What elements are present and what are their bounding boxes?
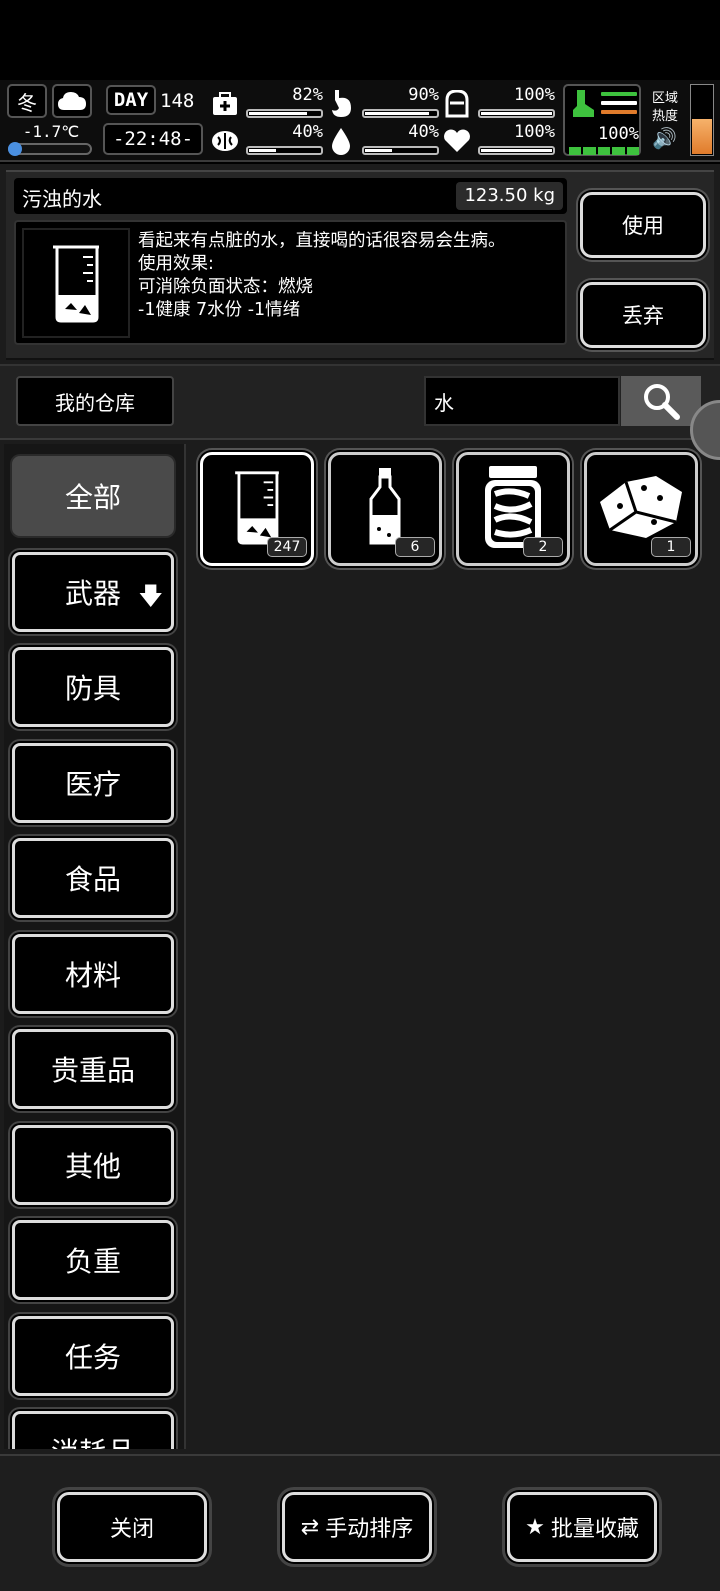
stat-bar-fill xyxy=(249,149,277,152)
category-tab[interactable]: 消耗品 xyxy=(12,1411,174,1449)
item-slot[interactable]: 6 xyxy=(328,452,442,566)
stat-mood: 100% xyxy=(442,122,557,162)
stamina-percent: 100% xyxy=(598,124,639,144)
warehouse-tab[interactable]: 我的仓库 xyxy=(16,376,174,426)
stat-bar-fill xyxy=(481,149,552,152)
arrow-down-icon: 🡇 xyxy=(138,581,163,610)
heart-icon xyxy=(442,126,472,156)
item-description: 看起来有点脏的水，直接喝的话很容易会生病。 使用效果: 可消除负面状态：燃烧 -… xyxy=(138,231,506,320)
item-title-bar: 污浊的水 123.50 kg xyxy=(14,178,567,214)
item-count: 6 xyxy=(395,537,435,557)
close-button[interactable]: 关闭 xyxy=(57,1492,207,1562)
star-icon: ★ xyxy=(525,1514,545,1540)
area-heat-label: 区域 热度 xyxy=(651,91,678,124)
season-label: 冬 xyxy=(17,90,37,115)
drop-button[interactable]: 丢弃 xyxy=(580,282,706,348)
stamina-bar xyxy=(569,147,640,155)
sponge-icon xyxy=(596,472,686,546)
game-clock: -22:48- xyxy=(103,123,203,155)
swap-arrows-icon: ⇄ xyxy=(300,1514,320,1540)
category-tab[interactable]: 医疗 xyxy=(12,742,174,823)
cloud-icon xyxy=(52,84,92,118)
stat-armor: 100% xyxy=(442,85,557,125)
stat-bar xyxy=(362,109,439,118)
medkit-icon xyxy=(210,89,240,119)
stat-percent: 82% xyxy=(292,85,323,105)
item-slot[interactable]: 247 xyxy=(200,452,314,566)
day-label: DAY xyxy=(106,85,156,115)
category-tab[interactable]: 全部 xyxy=(12,456,174,536)
thermometer-icon xyxy=(8,142,22,156)
stat-health: 82% xyxy=(210,85,325,125)
stat-mind: 40% xyxy=(210,122,325,162)
stat-water: 40% xyxy=(326,122,441,162)
item-grid: 247 6 2 1 xyxy=(192,446,716,1446)
inventory-panel: 污浊的水 123.50 kg 看起来有点脏的水，直接喝的话很容易会生病。 使用效… xyxy=(0,164,720,1591)
stomach-icon xyxy=(326,89,356,119)
item-description-box: 看起来有点脏的水，直接喝的话很容易会生病。 使用效果: 可消除负面状态：燃烧 -… xyxy=(14,220,567,345)
category-tab[interactable]: 食品 xyxy=(12,838,174,918)
category-tab[interactable]: 负重 xyxy=(12,1220,174,1300)
stat-percent: 100% xyxy=(514,85,555,105)
search-row: 我的仓库 xyxy=(0,364,720,460)
stat-bar xyxy=(246,146,323,155)
running-shoe-icon xyxy=(571,90,595,118)
status-bar: 冬 -1.7℃ DAY 148 -22:48- 82% 90% 100% 40% 40%… xyxy=(0,80,720,162)
category-sidebar: 全部武器🡇 防具医疗食品材料贵重品其他负重任务消耗品 xyxy=(4,444,186,1449)
stat-bar-fill xyxy=(365,149,393,152)
batch-favorite-button[interactable]: ★ 批量收藏 xyxy=(507,1492,657,1562)
manual-sort-button[interactable]: ⇄ 手动排序 xyxy=(282,1492,432,1562)
stat-bar-fill xyxy=(481,112,552,115)
item-count: 2 xyxy=(523,537,563,557)
stat-bar-fill xyxy=(365,112,429,115)
bottom-bar: 关闭 ⇄ 手动排序 ★ 批量收藏 xyxy=(0,1454,720,1591)
speaker-icon[interactable]: 🔊 xyxy=(652,126,677,150)
item-slot[interactable]: 1 xyxy=(584,452,698,566)
day-number: 148 xyxy=(160,90,195,112)
item-count: 247 xyxy=(267,537,307,557)
season-badge: 冬 xyxy=(7,84,47,118)
brain-icon xyxy=(210,126,240,156)
search-button[interactable] xyxy=(621,376,701,426)
item-detail: 污浊的水 123.50 kg 看起来有点脏的水，直接喝的话很容易会生病。 使用效… xyxy=(6,170,714,360)
stamina-panel: 100% xyxy=(563,84,641,156)
search-input[interactable] xyxy=(424,376,620,426)
category-tab[interactable]: 武器 🡇 xyxy=(12,551,174,632)
water-drop-icon xyxy=(326,126,356,156)
category-tab[interactable]: 材料 xyxy=(12,933,174,1014)
beaker-water-icon xyxy=(22,228,130,338)
stat-hunger: 90% xyxy=(326,85,441,125)
search-icon xyxy=(644,384,680,420)
item-slot[interactable]: 2 xyxy=(456,452,570,566)
category-tab[interactable]: 任务 xyxy=(12,1315,174,1396)
use-button[interactable]: 使用 xyxy=(580,192,706,258)
stat-percent: 40% xyxy=(408,122,439,142)
item-weight: 123.50 kg xyxy=(456,182,563,210)
category-tab[interactable]: 防具 xyxy=(12,647,174,727)
category-tab[interactable]: 贵重品 xyxy=(12,1029,174,1109)
area-heat-meter xyxy=(690,84,714,156)
stat-percent: 100% xyxy=(514,122,555,142)
stamina-lines xyxy=(601,92,637,118)
stat-percent: 90% xyxy=(408,85,439,105)
stat-bar-fill xyxy=(249,112,307,115)
stat-bar xyxy=(246,109,323,118)
stat-percent: 40% xyxy=(292,122,323,142)
stat-bar xyxy=(478,109,555,118)
category-tab[interactable]: 其他 xyxy=(12,1124,174,1205)
temperature-readout: -1.7℃ xyxy=(22,122,80,141)
helmet-icon xyxy=(442,89,472,119)
item-name: 污浊的水 xyxy=(22,187,102,211)
item-count: 1 xyxy=(651,537,691,557)
stat-bar xyxy=(478,146,555,155)
stat-bar xyxy=(362,146,439,155)
